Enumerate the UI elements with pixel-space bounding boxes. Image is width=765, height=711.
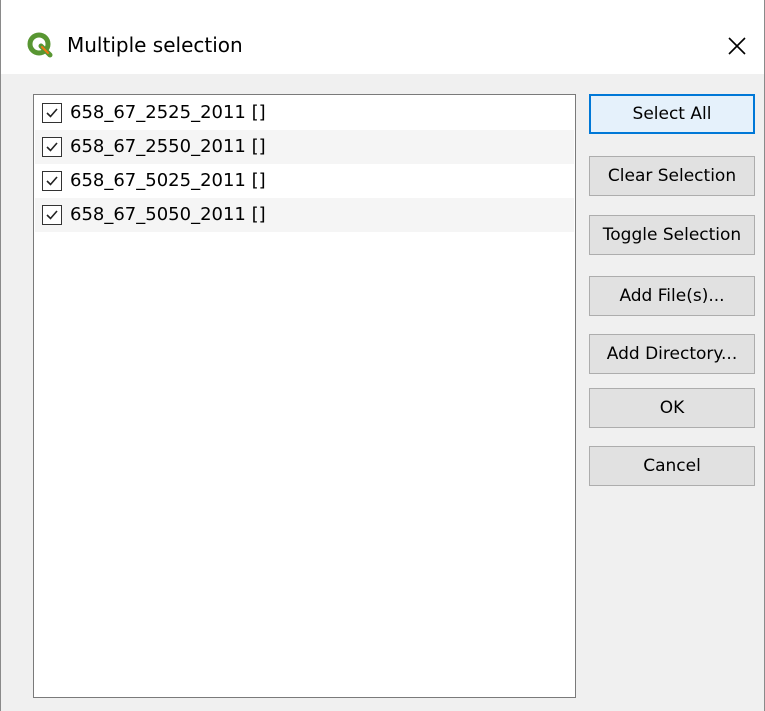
checkbox[interactable] [42,103,62,123]
file-list[interactable]: 658_67_2525_2011 [] 658_67_2550_2011 [] … [33,94,576,698]
list-item[interactable]: 658_67_2550_2011 [] [35,130,574,164]
multiple-selection-dialog: Multiple selection 658_67_2525_2011 [] 6… [0,0,765,711]
ok-button[interactable]: OK [589,388,755,428]
checkbox[interactable] [42,171,62,191]
list-item-label: 658_67_5025_2011 [] [70,170,266,191]
list-item[interactable]: 658_67_2525_2011 [] [35,96,574,130]
window-title: Multiple selection [67,33,243,57]
cancel-button[interactable]: Cancel [589,446,755,486]
list-item-label: 658_67_2525_2011 [] [70,102,266,123]
list-item-label: 658_67_5050_2011 [] [70,204,266,225]
clear-selection-button[interactable]: Clear Selection [589,156,755,196]
list-item[interactable]: 658_67_5025_2011 [] [35,164,574,198]
checkbox[interactable] [42,205,62,225]
checkbox[interactable] [42,137,62,157]
toggle-selection-button[interactable]: Toggle Selection [589,215,755,255]
close-icon[interactable] [721,30,753,62]
qgis-logo-icon [27,32,53,58]
list-item[interactable]: 658_67_5050_2011 [] [35,198,574,232]
add-files-button[interactable]: Add File(s)... [589,276,755,316]
list-item-label: 658_67_2550_2011 [] [70,136,266,157]
add-directory-button[interactable]: Add Directory... [589,334,755,374]
title-bar: Multiple selection [1,0,764,74]
select-all-button[interactable]: Select All [589,94,755,134]
